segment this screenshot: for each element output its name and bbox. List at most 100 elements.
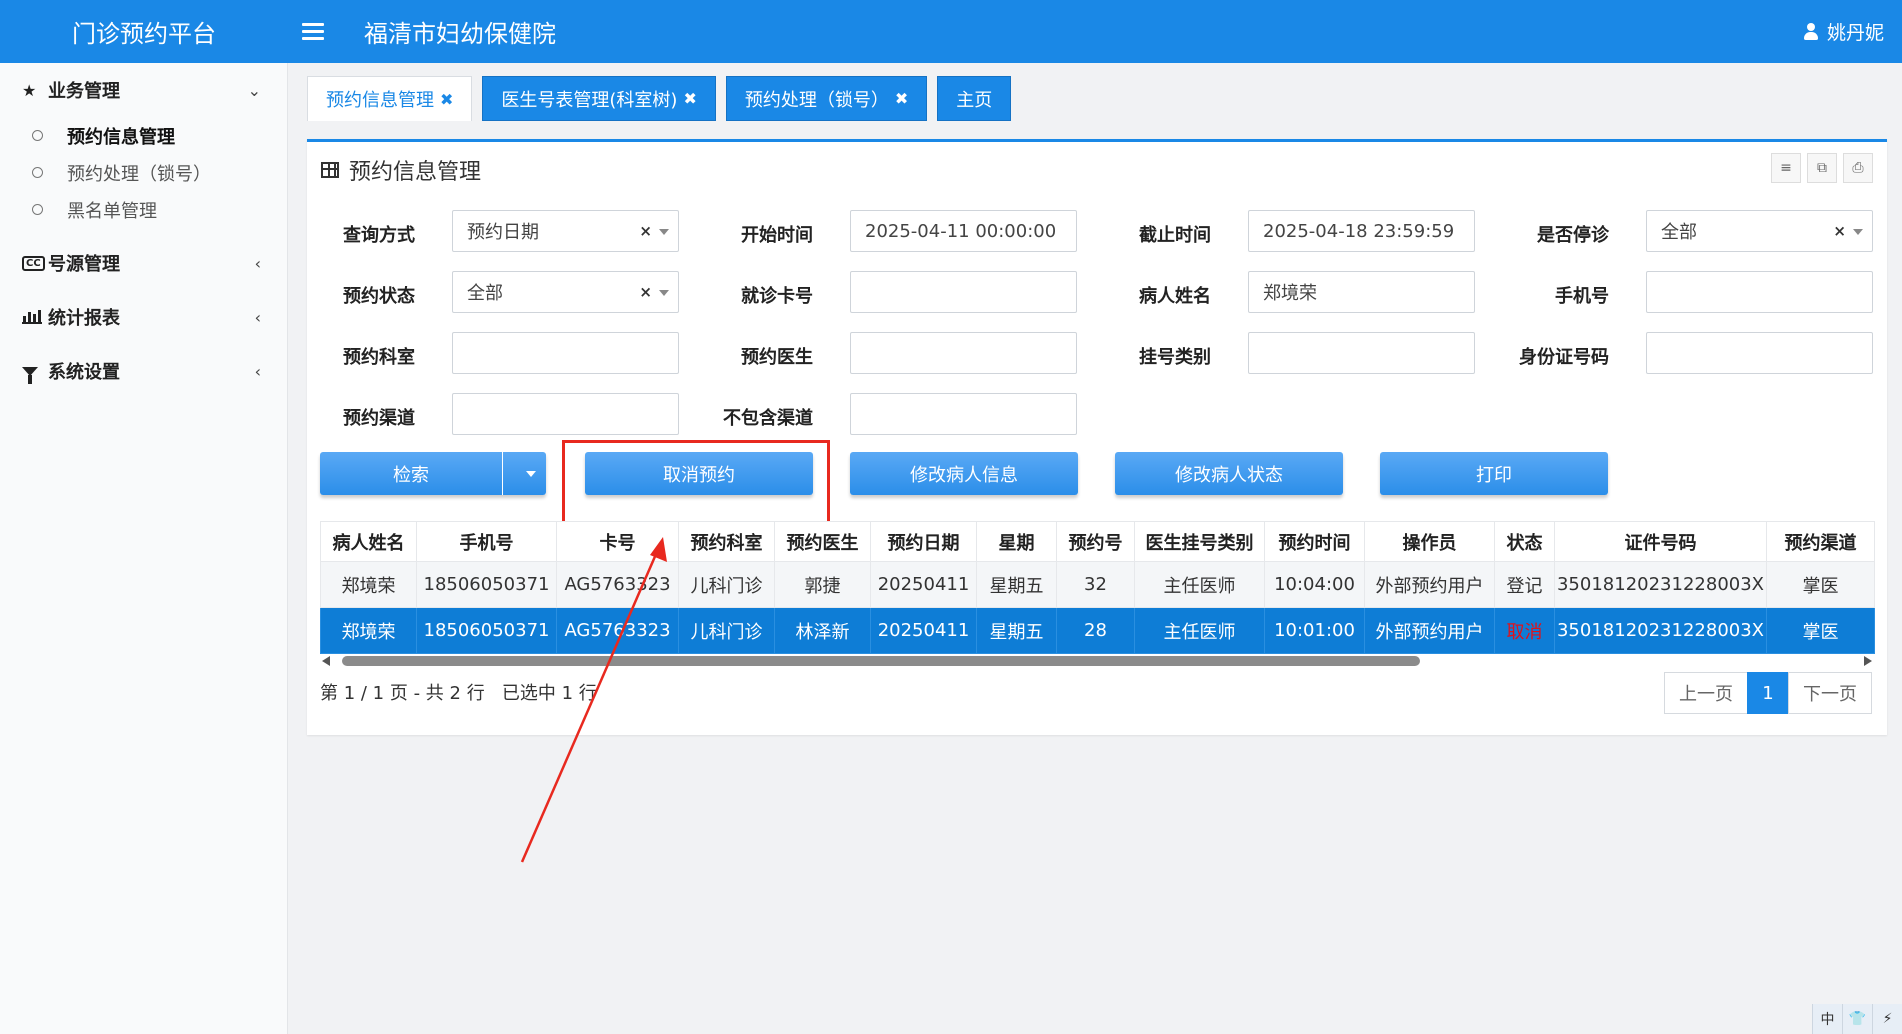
caret-down-icon (659, 290, 669, 296)
column-header[interactable]: 预约日期 (870, 521, 977, 562)
table-cell: 10:04:00 (1264, 561, 1365, 608)
phone-input[interactable] (1646, 271, 1873, 313)
search-button[interactable]: 检索 (320, 452, 546, 495)
menu-toggle-icon[interactable] (302, 18, 324, 44)
column-header[interactable]: 证件号码 (1554, 521, 1767, 562)
list-icon[interactable]: ≡ (1771, 153, 1801, 183)
sidebar-group-reports[interactable]: 统计报表 ‹ (0, 290, 287, 344)
table-cell: 10:01:00 (1264, 607, 1365, 654)
table-cell: 星期五 (976, 561, 1057, 608)
scroll-right-icon[interactable] (1864, 656, 1872, 666)
id-no-input[interactable] (1646, 332, 1873, 374)
doctor-input[interactable] (850, 332, 1077, 374)
edit-patient-status-button[interactable]: 修改病人状态 (1115, 452, 1343, 495)
clear-icon[interactable]: × (639, 283, 652, 301)
clear-icon[interactable]: × (1833, 222, 1846, 240)
column-header[interactable]: 病人姓名 (320, 521, 417, 562)
column-header[interactable]: 预约号 (1056, 521, 1135, 562)
table-cell: 35018120231228003X (1554, 561, 1767, 608)
scroll-left-icon[interactable] (322, 656, 330, 666)
table-cell: 儿科门诊 (678, 561, 775, 608)
table-cell: 18506050371 (416, 607, 557, 654)
select-value: 全部 (467, 283, 503, 304)
table-cell: 郑境荣 (320, 607, 417, 654)
sidebar-item-blacklist[interactable]: 黑名单管理 (0, 191, 287, 228)
start-time-label: 开始时间 (741, 225, 813, 246)
user-menu[interactable]: 姚丹妮 (1803, 0, 1884, 63)
column-header[interactable]: 卡号 (556, 521, 679, 562)
sidebar-item-appointment-lock[interactable]: 预约处理（锁号） (0, 154, 287, 191)
column-header[interactable]: 星期 (976, 521, 1057, 562)
card-no-input[interactable] (850, 271, 1077, 313)
table-cell: 星期五 (976, 607, 1057, 654)
table-cell: 郭捷 (774, 561, 871, 608)
page-1-button[interactable]: 1 (1747, 672, 1789, 714)
prev-page-button[interactable]: 上一页 (1664, 672, 1748, 714)
close-icon[interactable]: ✖ (895, 89, 908, 108)
sidebar-group-label: 业务管理 (48, 81, 120, 102)
patient-name-input[interactable]: 郑境荣 (1248, 271, 1475, 313)
cancel-appointment-button[interactable]: 取消预约 (585, 452, 813, 495)
circle-icon (32, 167, 43, 178)
table-row[interactable]: 郑境荣 18506050371 AG5763323 儿科门诊 郭捷 202504… (320, 561, 1875, 608)
id-no-label: 身份证号码 (1519, 347, 1609, 368)
horizontal-scrollbar[interactable] (320, 654, 1874, 668)
reg-type-input[interactable] (1248, 332, 1475, 374)
sidebar-group-settings[interactable]: 系统设置 ‹ (0, 344, 287, 398)
column-header[interactable]: 预约时间 (1264, 521, 1365, 562)
scrollbar-thumb[interactable] (342, 656, 1420, 666)
exclude-channel-input[interactable] (850, 393, 1077, 435)
shirt-icon[interactable]: 👕 (1842, 1004, 1872, 1034)
start-time-input[interactable]: 2025-04-11 00:00:00 (850, 210, 1077, 252)
department-input[interactable] (452, 332, 679, 374)
table-icon (321, 162, 339, 178)
reg-type-label: 挂号类别 (1139, 347, 1211, 368)
power-icon[interactable]: ⚡ (1872, 1004, 1902, 1034)
edit-patient-info-button[interactable]: 修改病人信息 (850, 452, 1078, 495)
panel-tools: ≡ ⧉ ⎙ (1771, 153, 1873, 183)
sidebar: ★ 业务管理 ⌄ 预约信息管理 预约处理（锁号） 黑名单管理 CC 号源管理 ‹… (0, 63, 288, 1034)
system-tray: 中 👕 ⚡ (1812, 1004, 1902, 1034)
close-icon[interactable]: ✖ (683, 89, 696, 108)
tab-label: 预约信息管理 (326, 90, 434, 111)
end-time-input[interactable]: 2025-04-18 23:59:59 (1248, 210, 1475, 252)
column-header[interactable]: 操作员 (1364, 521, 1495, 562)
star-icon: ★ (22, 80, 37, 100)
query-mode-select[interactable]: 预约日期 × (452, 210, 679, 252)
table-cell: 35018120231228003X (1554, 607, 1767, 654)
table-cell: 掌医 (1766, 561, 1875, 608)
exclude-channel-label: 不包含渠道 (723, 408, 813, 429)
table-cell: 20250411 (870, 561, 977, 608)
table-row-selected[interactable]: 郑境荣 18506050371 AG5763323 儿科门诊 林泽新 20250… (320, 607, 1875, 654)
caret-down-icon[interactable] (502, 452, 558, 495)
column-header[interactable]: 预约科室 (678, 521, 775, 562)
ime-icon[interactable]: 中 (1812, 1004, 1842, 1034)
column-header[interactable]: 状态 (1494, 521, 1555, 562)
next-page-button[interactable]: 下一页 (1788, 672, 1872, 714)
tab-appointment-lock[interactable]: 预约处理（锁号） ✖ (725, 76, 928, 121)
clear-icon[interactable]: × (639, 222, 652, 240)
status-select[interactable]: 全部 × (452, 271, 679, 313)
tab-appointment-info[interactable]: 预约信息管理 ✖ (307, 76, 473, 121)
copy-icon[interactable]: ⧉ (1807, 153, 1837, 183)
tab-doctor-schedule[interactable]: 医生号表管理(科室树) ✖ (482, 76, 716, 121)
export-icon[interactable]: ⎙ (1843, 153, 1873, 183)
sidebar-group-source[interactable]: CC 号源管理 ‹ (0, 236, 287, 290)
user-name: 姚丹妮 (1826, 22, 1884, 44)
panel-title: 预约信息管理 (321, 154, 481, 186)
sidebar-group-business[interactable]: ★ 业务管理 ⌄ (0, 63, 287, 117)
channel-input[interactable] (452, 393, 679, 435)
sidebar-item-appointment-info[interactable]: 预约信息管理 (0, 117, 287, 154)
column-header[interactable]: 医生挂号类别 (1134, 521, 1265, 562)
print-button[interactable]: 打印 (1380, 452, 1608, 495)
column-header[interactable]: 预约渠道 (1766, 521, 1875, 562)
table-cell: 郑境荣 (320, 561, 417, 608)
select-value: 预约日期 (467, 222, 539, 243)
column-header[interactable]: 预约医生 (774, 521, 871, 562)
close-icon[interactable]: ✖ (440, 90, 453, 109)
tab-home[interactable]: 主页 (937, 76, 1012, 121)
filter-icon (22, 366, 44, 384)
search-button-label: 检索 (393, 464, 429, 486)
suspended-select[interactable]: 全部 × (1646, 210, 1873, 252)
column-header[interactable]: 手机号 (416, 521, 557, 562)
